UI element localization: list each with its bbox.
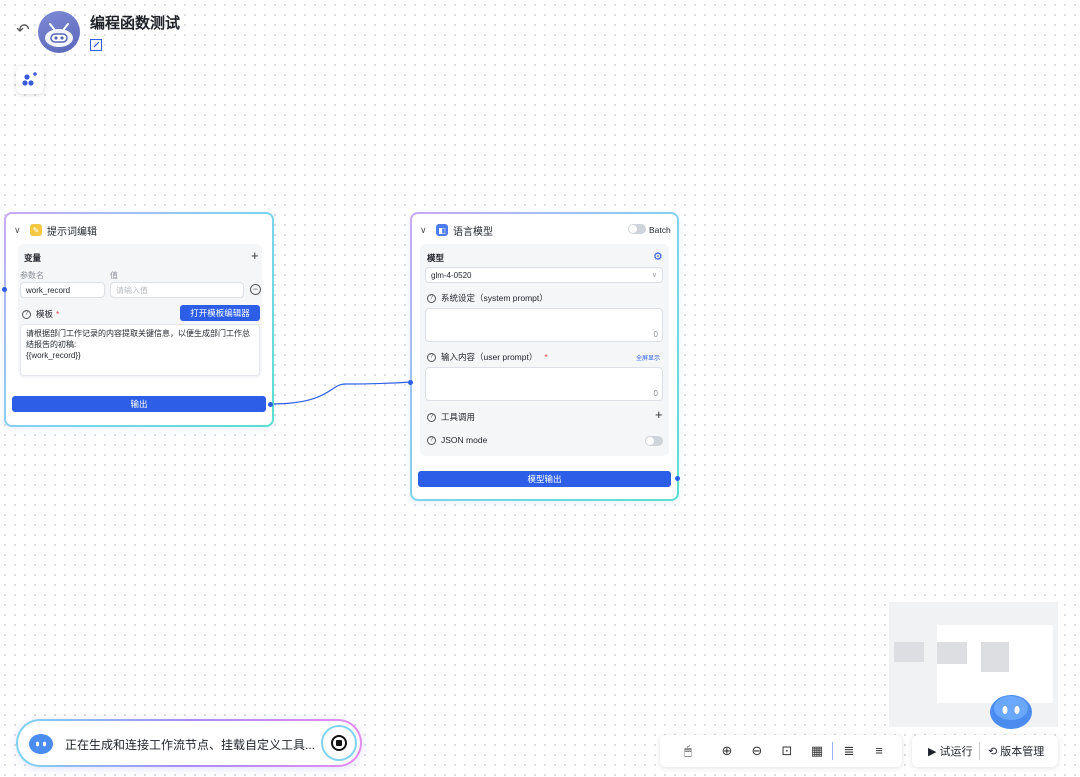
template-line-2: 结报告的初稿: — [26, 340, 77, 349]
prompt-input-port[interactable] — [2, 287, 7, 292]
required-mark: * — [56, 309, 60, 319]
system-prompt-label: 系统设定（system prompt） — [441, 293, 548, 303]
minimap-node — [981, 642, 1009, 672]
json-mode-toggle[interactable] — [645, 436, 663, 446]
prompt-node-header[interactable]: ∨ ✎ 提示词编辑 — [14, 222, 264, 238]
help-icon: ? — [22, 309, 31, 319]
test-run-button[interactable]: ▶ 试运行 — [928, 743, 973, 759]
play-icon: ▶ — [928, 746, 937, 758]
template-textarea[interactable]: 请根据部门工作记录的内容提取关键信息，以便生成部门工作总 结报告的初稿: {{w… — [20, 324, 260, 376]
template-label: 模板 — [36, 309, 54, 319]
llm-node-title: 语言模型 — [453, 226, 493, 238]
llm-node[interactable]: ∨ ◧ 语言模型 Batch 模型 ⚙ glm-4-0520 ∨ ? 系统设定（… — [410, 212, 679, 501]
remove-variable-icon[interactable]: − — [250, 284, 261, 295]
template-line-1: 请根据部门工作记录的内容提取关键信息，以便生成部门工作总 — [26, 329, 250, 338]
param-name-header: 参数名 — [20, 271, 44, 280]
value-header: 值 — [110, 271, 118, 280]
user-prompt-label: 输入内容（user prompt） — [441, 352, 538, 362]
model-value: glm-4-0520 — [431, 270, 472, 280]
fit-view-icon[interactable]: ⊡ — [779, 743, 795, 759]
value-input[interactable]: 请输入值 — [110, 282, 244, 298]
user-prompt-label-row: ? 输入内容（user prompt） * — [427, 351, 548, 363]
prompt-node-title: 提示词编辑 — [47, 226, 97, 238]
minimap-node — [937, 642, 967, 664]
model-select[interactable]: glm-4-0520 ∨ — [425, 267, 663, 283]
mouse-mode-icon[interactable]: 🖱︎ — [676, 743, 700, 759]
zoom-out-icon[interactable]: ⊖ — [749, 743, 765, 759]
chevron-down-icon: ∨ — [651, 272, 657, 279]
tools-label-row: ? 工具调用 — [427, 411, 475, 423]
status-text: 正在生成和连接工作流节点、挂载自定义工具... — [65, 738, 316, 752]
prompt-output-button[interactable]: 输出 — [12, 396, 266, 412]
llm-output-button[interactable]: 模型输出 — [418, 471, 671, 487]
json-mode-label-row: ? JSON mode — [427, 435, 487, 445]
user-prompt-count: 0 — [653, 389, 658, 398]
collapse-all-icon[interactable]: ≣ — [841, 743, 857, 759]
run-bar-divider — [979, 742, 980, 760]
assistant-bot-button[interactable] — [988, 690, 1034, 730]
expand-all-icon[interactable]: ≡ — [871, 743, 887, 759]
test-run-label: 试运行 — [939, 746, 973, 758]
add-tool-icon[interactable]: + — [655, 407, 663, 422]
tools-label: 工具调用 — [441, 412, 476, 422]
stop-generation-button[interactable] — [321, 725, 357, 761]
bot-icon — [990, 695, 1032, 729]
prompt-icon: ✎ — [30, 224, 42, 236]
json-mode-label: JSON mode — [441, 435, 488, 445]
model-label: 模型 — [427, 253, 445, 263]
variables-label: 变量 — [24, 253, 42, 263]
llm-icon: ◧ — [436, 224, 448, 236]
batch-toggle[interactable] — [628, 224, 646, 234]
add-variable-icon[interactable]: + — [251, 248, 259, 263]
help-icon: ? — [427, 412, 436, 422]
llm-output-port[interactable] — [675, 476, 680, 481]
bot-icon — [28, 732, 54, 754]
version-management-label: 版本管理 — [1000, 746, 1045, 758]
prompt-node[interactable]: ∨ ✎ 提示词编辑 变量 + 参数名 值 work_record 请输入值 − … — [4, 212, 274, 427]
history-icon: ⟲ — [988, 746, 998, 758]
batch-label: Batch — [649, 225, 671, 235]
stop-icon — [331, 735, 347, 751]
template-label-row: ? 模板 * — [22, 308, 59, 320]
version-management-button[interactable]: ⟲ 版本管理 — [988, 743, 1044, 759]
qr-grid-icon[interactable]: ▦ — [809, 743, 825, 759]
required-mark: * — [544, 352, 548, 362]
toolbar-divider — [832, 742, 833, 760]
param-name-input[interactable]: work_record — [20, 282, 105, 298]
open-template-editor-button[interactable]: 打开模板编辑器 — [180, 305, 260, 321]
help-icon: ? — [427, 352, 436, 362]
zoom-in-icon[interactable]: ⊕ — [719, 743, 735, 759]
model-settings-gear-icon[interactable]: ⚙ — [653, 250, 663, 263]
help-icon: ? — [427, 293, 436, 303]
system-prompt-count: 0 — [653, 330, 658, 339]
user-prompt-textarea[interactable]: 0 — [425, 367, 663, 401]
collapse-chevron-icon[interactable]: ∨ — [420, 225, 434, 236]
help-icon: ? — [427, 435, 436, 445]
fullscreen-link[interactable]: 全屏显示 — [636, 353, 660, 362]
llm-input-port[interactable] — [408, 380, 413, 385]
system-prompt-label-row: ? 系统设定（system prompt） — [427, 292, 548, 304]
minimap-node — [894, 642, 924, 662]
template-line-3: {{work_record}} — [26, 351, 81, 360]
prompt-output-port[interactable] — [268, 402, 273, 407]
system-prompt-textarea[interactable]: 0 — [425, 308, 663, 342]
collapse-chevron-icon[interactable]: ∨ — [14, 225, 28, 236]
